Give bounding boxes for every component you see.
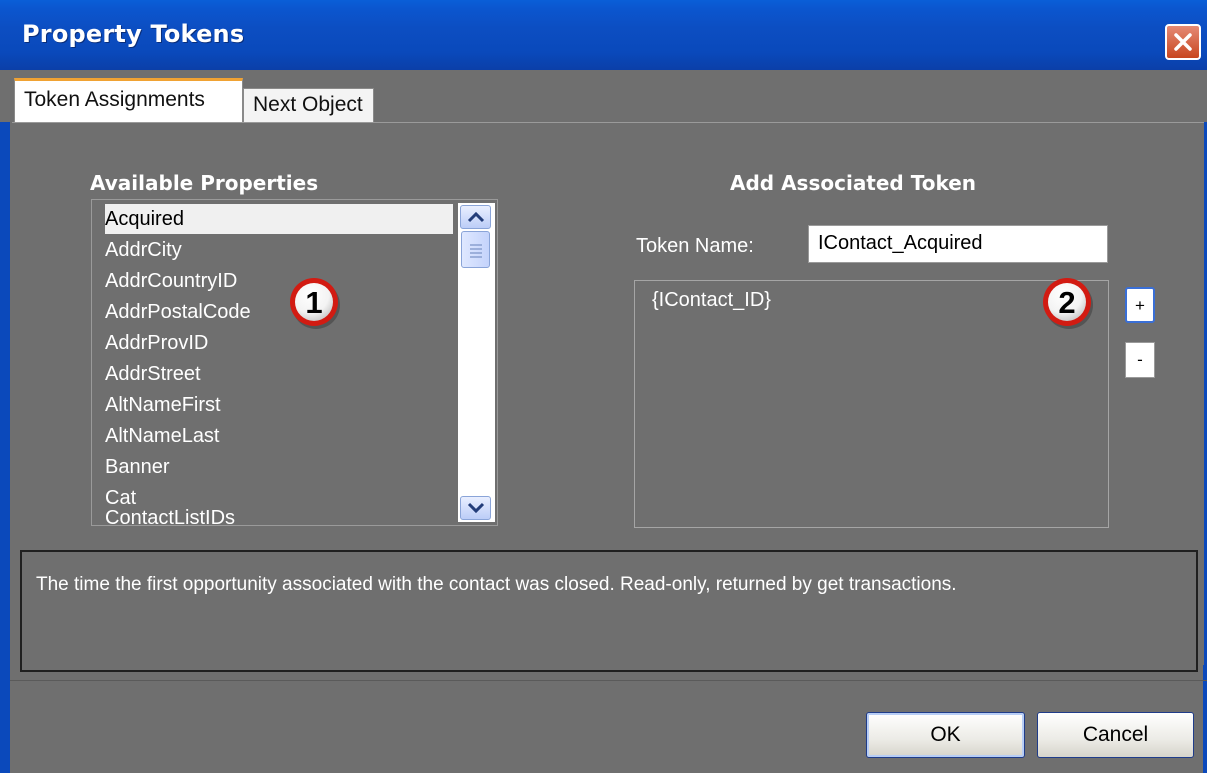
footer-divider (10, 680, 1207, 681)
token-assignments-panel: Available Properties Add Associated Toke… (12, 122, 1204, 672)
list-item-addrstreet[interactable]: AddrStreet (105, 359, 201, 389)
close-icon (1174, 33, 1192, 51)
scroll-thumb[interactable] (461, 231, 490, 268)
list-item-addrcity[interactable]: AddrCity (105, 235, 182, 265)
callout-marker-2: 2 (1040, 275, 1096, 331)
available-properties-heading: Available Properties (90, 171, 319, 195)
tab-strip: Token Assignments Next Object (0, 70, 1207, 122)
title-bar[interactable]: Property Tokens (0, 0, 1207, 71)
token-name-label: Token Name: (636, 235, 754, 257)
list-item-altnamefirst[interactable]: AltNameFirst (105, 390, 221, 420)
window-title: Property Tokens (22, 20, 245, 48)
numbered-callout-icon: 2 (1043, 278, 1093, 329)
scroll-down-button[interactable] (460, 496, 491, 520)
callout-2-number: 2 (1058, 285, 1075, 320)
tab-token-assignments[interactable]: Token Assignments (14, 78, 243, 122)
property-description: The time the first opportunity associate… (36, 574, 957, 595)
close-button[interactable] (1165, 24, 1201, 60)
window-border-left (0, 70, 10, 773)
tab-next-object[interactable]: Next Object (243, 88, 374, 122)
list-item-banner[interactable]: Banner (105, 452, 170, 482)
scroll-up-button[interactable] (460, 205, 491, 229)
cancel-button[interactable]: Cancel (1037, 712, 1194, 758)
add-token-button[interactable]: + (1125, 287, 1155, 323)
chevron-down-icon (467, 502, 485, 514)
list-item-addrpostalcode[interactable]: AddrPostalCode (105, 297, 251, 327)
ok-button[interactable]: OK (866, 712, 1025, 758)
grip-icon (470, 244, 482, 258)
remove-token-button[interactable]: - (1125, 342, 1155, 378)
token-name-input[interactable]: IContact_Acquired (808, 225, 1108, 263)
chevron-up-icon (467, 211, 485, 223)
token-list-item[interactable]: {IContact_ID} (652, 289, 771, 312)
callout-1-number: 1 (305, 285, 322, 320)
properties-scrollbar[interactable] (458, 203, 495, 522)
list-item-contactlistids[interactable]: ContactListIDs (105, 509, 235, 527)
add-associated-token-heading: Add Associated Token (730, 171, 977, 195)
associated-tokens-list[interactable]: {IContact_ID} (634, 280, 1109, 528)
callout-marker-1: 1 (287, 275, 343, 331)
property-tokens-dialog: Property Tokens Token Assignments Next O… (0, 0, 1207, 773)
property-description-box: The time the first opportunity associate… (20, 550, 1198, 672)
numbered-callout-icon: 1 (290, 278, 340, 329)
list-item-acquired[interactable]: Acquired (105, 204, 453, 234)
list-item-contactlistids-label: ContactListIDs (105, 509, 236, 527)
list-item-addrcountryid[interactable]: AddrCountryID (105, 266, 237, 296)
available-properties-list[interactable]: Acquired AddrCity AddrCountryID AddrPost… (91, 199, 498, 527)
list-item-altnamelast[interactable]: AltNameLast (105, 421, 220, 451)
list-item-addrprovid[interactable]: AddrProvID (105, 328, 208, 358)
